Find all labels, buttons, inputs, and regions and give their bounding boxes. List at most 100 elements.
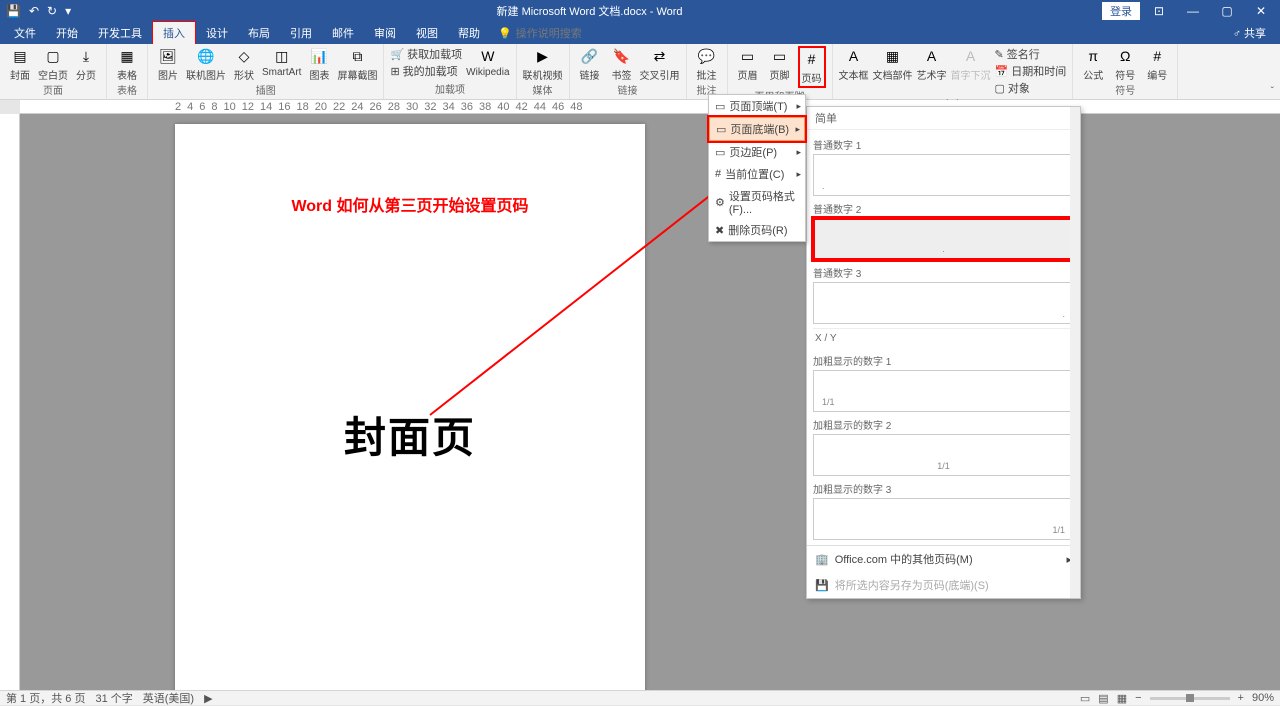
tab-mailings[interactable]: 邮件 [322,22,364,44]
format-page-numbers-menuitem[interactable]: ⚙设置页码格式(F)... [709,185,805,219]
tab-review[interactable]: 审阅 [364,22,406,44]
zoom-level[interactable]: 90% [1252,692,1274,704]
tab-developer[interactable]: 开发工具 [88,22,152,44]
horizontal-ruler[interactable]: 2468101214161820222426283032343638404244… [20,100,1280,114]
page-break-button[interactable]: ⤓分页 [72,46,100,82]
redo-icon[interactable]: ↻ [47,4,57,18]
minimize-icon[interactable]: — [1178,4,1208,18]
cover-page-button[interactable]: ▤封面 [6,46,34,82]
read-mode-icon[interactable]: ▭ [1080,692,1090,705]
chart-icon: 📊 [309,46,329,66]
qat-dropdown-icon[interactable]: ▾ [65,4,71,18]
textbox-button[interactable]: A文本框 [839,46,869,82]
gallery-section-header: 简单 [807,107,1080,130]
smartart-icon: ◫ [272,46,292,66]
web-layout-icon[interactable]: ▦ [1117,692,1127,705]
save-icon[interactable]: 💾 [6,4,21,18]
page-bottom-menuitem[interactable]: ▭页面底端(B)▸ [709,117,805,141]
date-time-button[interactable]: 📅日期和时间 [995,63,1067,79]
cross-reference-button[interactable]: ⇄交叉引用 [640,46,680,82]
pictures-button[interactable]: 🖼图片 [154,46,182,82]
page-count-status[interactable]: 第 1 页，共 6 页 [6,690,85,706]
undo-icon[interactable]: ↶ [29,4,39,18]
chart-button[interactable]: 📊图表 [305,46,333,82]
screenshot-button[interactable]: ⧉屏幕截图 [337,46,377,82]
bookmark-icon: 🔖 [612,46,632,66]
symbol-button[interactable]: Ω符号 [1111,46,1139,82]
zoom-out-icon[interactable]: − [1135,692,1141,704]
cross-ref-icon: ⇄ [650,46,670,66]
zoom-in-icon[interactable]: + [1238,692,1244,704]
online-picture-icon: 🌐 [196,46,216,66]
smartart-button[interactable]: ◫SmartArt [262,46,301,78]
language-status[interactable]: 英语(美国) [143,690,194,706]
link-button[interactable]: 🔗链接 [576,46,604,82]
header-button[interactable]: ▭页眉 [734,46,762,82]
page-number-gallery: 简单 普通数字 1. 普通数字 2. 普通数字 3. X / Y 加粗显示的数字… [806,106,1081,599]
quick-parts-button[interactable]: ▦文档部件 [873,46,913,82]
table-button[interactable]: ▦表格 [113,46,141,82]
tab-home[interactable]: 开始 [46,22,88,44]
gallery-scrollbar[interactable] [1070,130,1080,545]
footer-button[interactable]: ▭页脚 [766,46,794,82]
shapes-button[interactable]: ◇形状 [230,46,258,82]
tab-help[interactable]: 帮助 [448,22,490,44]
page-margins-menuitem[interactable]: ▭页边距(P)▸ [709,141,805,163]
tab-layout[interactable]: 布局 [238,22,280,44]
gallery-item-bold3[interactable]: 加粗显示的数字 31/1 [813,479,1074,540]
object-button[interactable]: ▢对象 [995,80,1067,96]
my-addins-button[interactable]: ⊞我的加载项 [390,63,462,79]
ribbon-display-icon[interactable]: ⊡ [1144,4,1174,18]
tab-insert[interactable]: 插入 [152,21,196,45]
vertical-ruler[interactable] [0,114,20,690]
gallery-item-plain2[interactable]: 普通数字 2. [813,199,1074,260]
current-position-menuitem[interactable]: #当前位置(C)▸ [709,163,805,185]
gallery-item-bold1[interactable]: 加粗显示的数字 11/1 [813,351,1074,412]
gallery-item-plain1[interactable]: 普通数字 1. [813,135,1074,196]
picture-icon: 🖼 [158,46,178,66]
document-page[interactable]: Word 如何从第三页开始设置页码 封面页 [175,124,645,690]
online-pictures-button[interactable]: 🌐联机图片 [186,46,226,82]
share-button[interactable]: ♂ 共享 [1223,25,1276,41]
wikipedia-button[interactable]: WWikipedia [466,46,509,78]
page-break-icon: ⤓ [76,46,96,66]
submenu-arrow-icon: ▸ [796,101,801,112]
word-count-status[interactable]: 31 个字 [95,690,132,706]
number-button[interactable]: #编号 [1143,46,1171,82]
tab-file[interactable]: 文件 [4,22,46,44]
gallery-section-header-xy: X / Y [813,328,1074,348]
wordart-button[interactable]: A艺术字 [917,46,947,82]
zoom-slider[interactable] [1150,697,1230,700]
maximize-icon[interactable]: ▢ [1212,4,1242,18]
tell-me-search[interactable]: 💡 操作说明搜索 [490,22,590,44]
collapse-ribbon-icon[interactable]: ˇ [1271,86,1274,97]
tab-design[interactable]: 设计 [196,22,238,44]
lightbulb-icon: 💡 [498,27,512,40]
close-icon[interactable]: ✕ [1246,4,1276,18]
gallery-item-plain3[interactable]: 普通数字 3. [813,263,1074,324]
print-layout-icon[interactable]: ▤ [1098,692,1108,705]
page-number-button[interactable]: #页码 [798,46,826,88]
drop-cap-button[interactable]: A首字下沉 [951,46,991,82]
tab-view[interactable]: 视图 [406,22,448,44]
blank-page-button[interactable]: ▢空白页 [38,46,68,82]
addins-icon: ⊞ [390,65,399,78]
tab-references[interactable]: 引用 [280,22,322,44]
submenu-arrow-icon: ▸ [796,147,801,158]
doc-icon: ▭ [715,100,725,113]
signature-line-button[interactable]: ✎签名行 [995,46,1067,62]
gallery-item-bold2[interactable]: 加粗显示的数字 21/1 [813,415,1074,476]
more-from-office-menuitem[interactable]: 🏢Office.com 中的其他页码(M)▸ [807,546,1080,572]
comment-button[interactable]: 💬批注 [693,46,721,82]
page-top-menuitem[interactable]: ▭页面顶端(T)▸ [709,95,805,117]
submenu-arrow-icon: ▸ [796,169,801,180]
get-addins-button[interactable]: 🛒获取加载项 [390,46,462,62]
bookmark-button[interactable]: 🔖书签 [608,46,636,82]
macro-status-icon[interactable]: ▶ [204,692,212,705]
footer-icon: ▭ [770,46,790,66]
page-large-text: 封面页 [175,404,645,465]
remove-page-numbers-menuitem[interactable]: ✖删除页码(R) [709,219,805,241]
online-video-button[interactable]: ▶联机视频 [523,46,563,82]
login-button[interactable]: 登录 [1102,2,1140,20]
equation-button[interactable]: π公式 [1079,46,1107,82]
